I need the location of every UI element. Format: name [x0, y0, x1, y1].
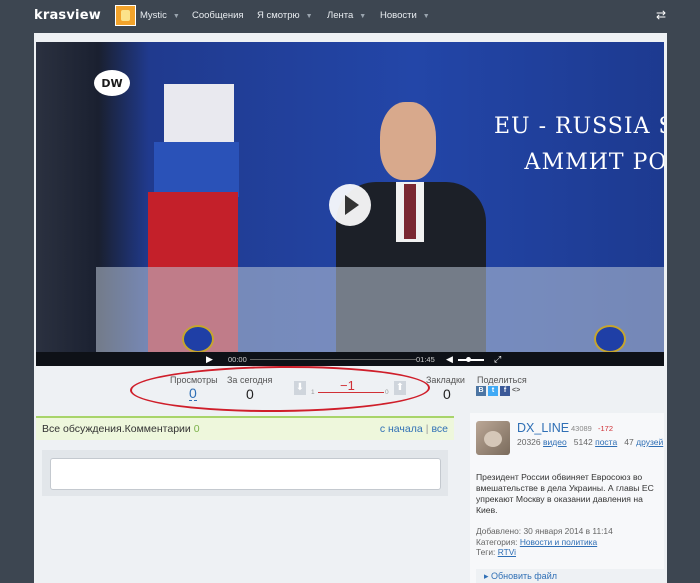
author-score: 43089 [571, 424, 592, 433]
flag-white-stripe [164, 84, 234, 144]
summit-banner-text: EU - RUSSIA SU [494, 114, 664, 139]
videos-link[interactable]: видео [543, 437, 567, 447]
video-controls: ▶ 00:00 01:45 ◀ ⤢ [36, 352, 664, 366]
chevron-down-icon: ▼ [359, 13, 367, 20]
vk-icon[interactable]: B [476, 386, 486, 396]
chevron-down-icon: ▼ [305, 13, 313, 20]
shuffle-icon[interactable]: ⇄ [656, 8, 666, 22]
posts-link[interactable]: поста [595, 437, 617, 447]
tag-link[interactable]: RTVi [498, 547, 516, 557]
volume-slider[interactable] [458, 357, 484, 362]
bookmarks-label: Закладки [426, 375, 465, 385]
bullet-icon: ▸ [484, 571, 492, 581]
speaker-head [380, 102, 436, 180]
play-icon[interactable]: ▶ [206, 354, 213, 365]
nav-news[interactable]: Новости ▼ [380, 10, 430, 21]
added-label: Добавлено: [476, 526, 522, 536]
category-link[interactable]: Новости и политика [520, 537, 597, 547]
embed-code-icon[interactable]: <> [512, 386, 520, 396]
videos-count: 20326 [517, 437, 541, 447]
nav-user-label: Mystic [140, 10, 167, 21]
comment-input[interactable] [50, 458, 441, 490]
nav-user-menu[interactable]: Mystic ▼ [140, 10, 180, 21]
speaker-tie [404, 184, 416, 239]
author-name[interactable]: DX_LINE [517, 421, 569, 435]
video-player[interactable]: EU - RUSSIA SU АММИТ РОСС DW ▶ 00:00 01:… [36, 42, 664, 366]
update-file-label: Обновить файл [491, 571, 557, 581]
friends-count: 47 [624, 437, 634, 447]
nav-feed[interactable]: Лента ▼ [327, 10, 366, 21]
summit-banner-text-ru: АММИТ РОСС [524, 150, 664, 175]
user-avatar[interactable] [115, 5, 136, 26]
category-row: Категория: Новости и политика [476, 537, 664, 548]
nav-messages[interactable]: Сообщения [192, 10, 244, 21]
nav-news-label: Новости [380, 10, 417, 21]
category-label: Категория: [476, 536, 518, 547]
flag-blue-stripe [154, 142, 239, 197]
fullscreen-icon[interactable]: ⤢ [494, 354, 501, 365]
nav-watching-label: Я смотрю [257, 10, 300, 21]
author-stats: 20326 видео 5142 поста 47 друзей [517, 437, 667, 448]
site-logo[interactable]: krasview [34, 8, 101, 23]
nav-watching[interactable]: Я смотрю ▼ [257, 10, 313, 21]
progress-bar[interactable] [250, 359, 416, 360]
comment-count: 0 [193, 423, 200, 435]
posts-count: 5142 [573, 437, 593, 447]
eu-emblem-icon [594, 325, 626, 353]
bookmarks-value: 0 [443, 386, 451, 402]
tags-label: Теги: [476, 547, 496, 557]
chevron-down-icon: ▼ [422, 13, 430, 20]
current-time: 00:00 [228, 355, 247, 364]
discussion-title-prefix[interactable]: Все обсуждения. [42, 423, 125, 435]
video-description: Президент России обвиняет Евросоюз во вм… [476, 472, 654, 515]
share-buttons: B t f <> [476, 386, 520, 396]
update-file-button[interactable]: ▸ Обновить файл [476, 569, 664, 583]
discussion-links: с начала | все [380, 423, 448, 435]
chevron-down-icon: ▼ [172, 13, 180, 20]
from-start-link[interactable]: с начала [380, 423, 423, 435]
video-meta: Добавлено: 30 января 2014 в 11:14 Катего… [476, 526, 664, 558]
nav-feed-label: Лента [327, 10, 354, 21]
discussion-header: Все обсуждения.Комментарии 0 с начала | вс… [36, 416, 454, 440]
total-time: 01:45 [416, 355, 435, 364]
channel-logo: DW [94, 70, 130, 96]
tags-row: Теги: RTVi [476, 547, 664, 558]
added-row: Добавлено: 30 января 2014 в 11:14 [476, 526, 664, 537]
all-link[interactable]: все [431, 423, 448, 435]
eu-emblem-icon [182, 325, 214, 353]
facebook-icon[interactable]: f [500, 386, 510, 396]
play-button[interactable] [329, 184, 371, 226]
friends-link[interactable]: друзей [636, 437, 663, 447]
discussion-section: Комментарии [124, 423, 191, 435]
discussion-title: Все обсуждения.Комментарии 0 [42, 423, 200, 435]
added-value: 30 января 2014 в 11:14 [523, 526, 613, 536]
author-karma: -172 [598, 424, 614, 433]
link-separator: | [425, 423, 429, 435]
author-avatar[interactable] [476, 421, 510, 455]
volume-icon[interactable]: ◀ [446, 354, 453, 365]
twitter-icon[interactable]: t [488, 386, 498, 396]
top-navigation-bar: krasview Mystic ▼ Сообщения Я смотрю ▼ Лен… [0, 0, 700, 32]
share-label: Поделиться [477, 375, 527, 385]
